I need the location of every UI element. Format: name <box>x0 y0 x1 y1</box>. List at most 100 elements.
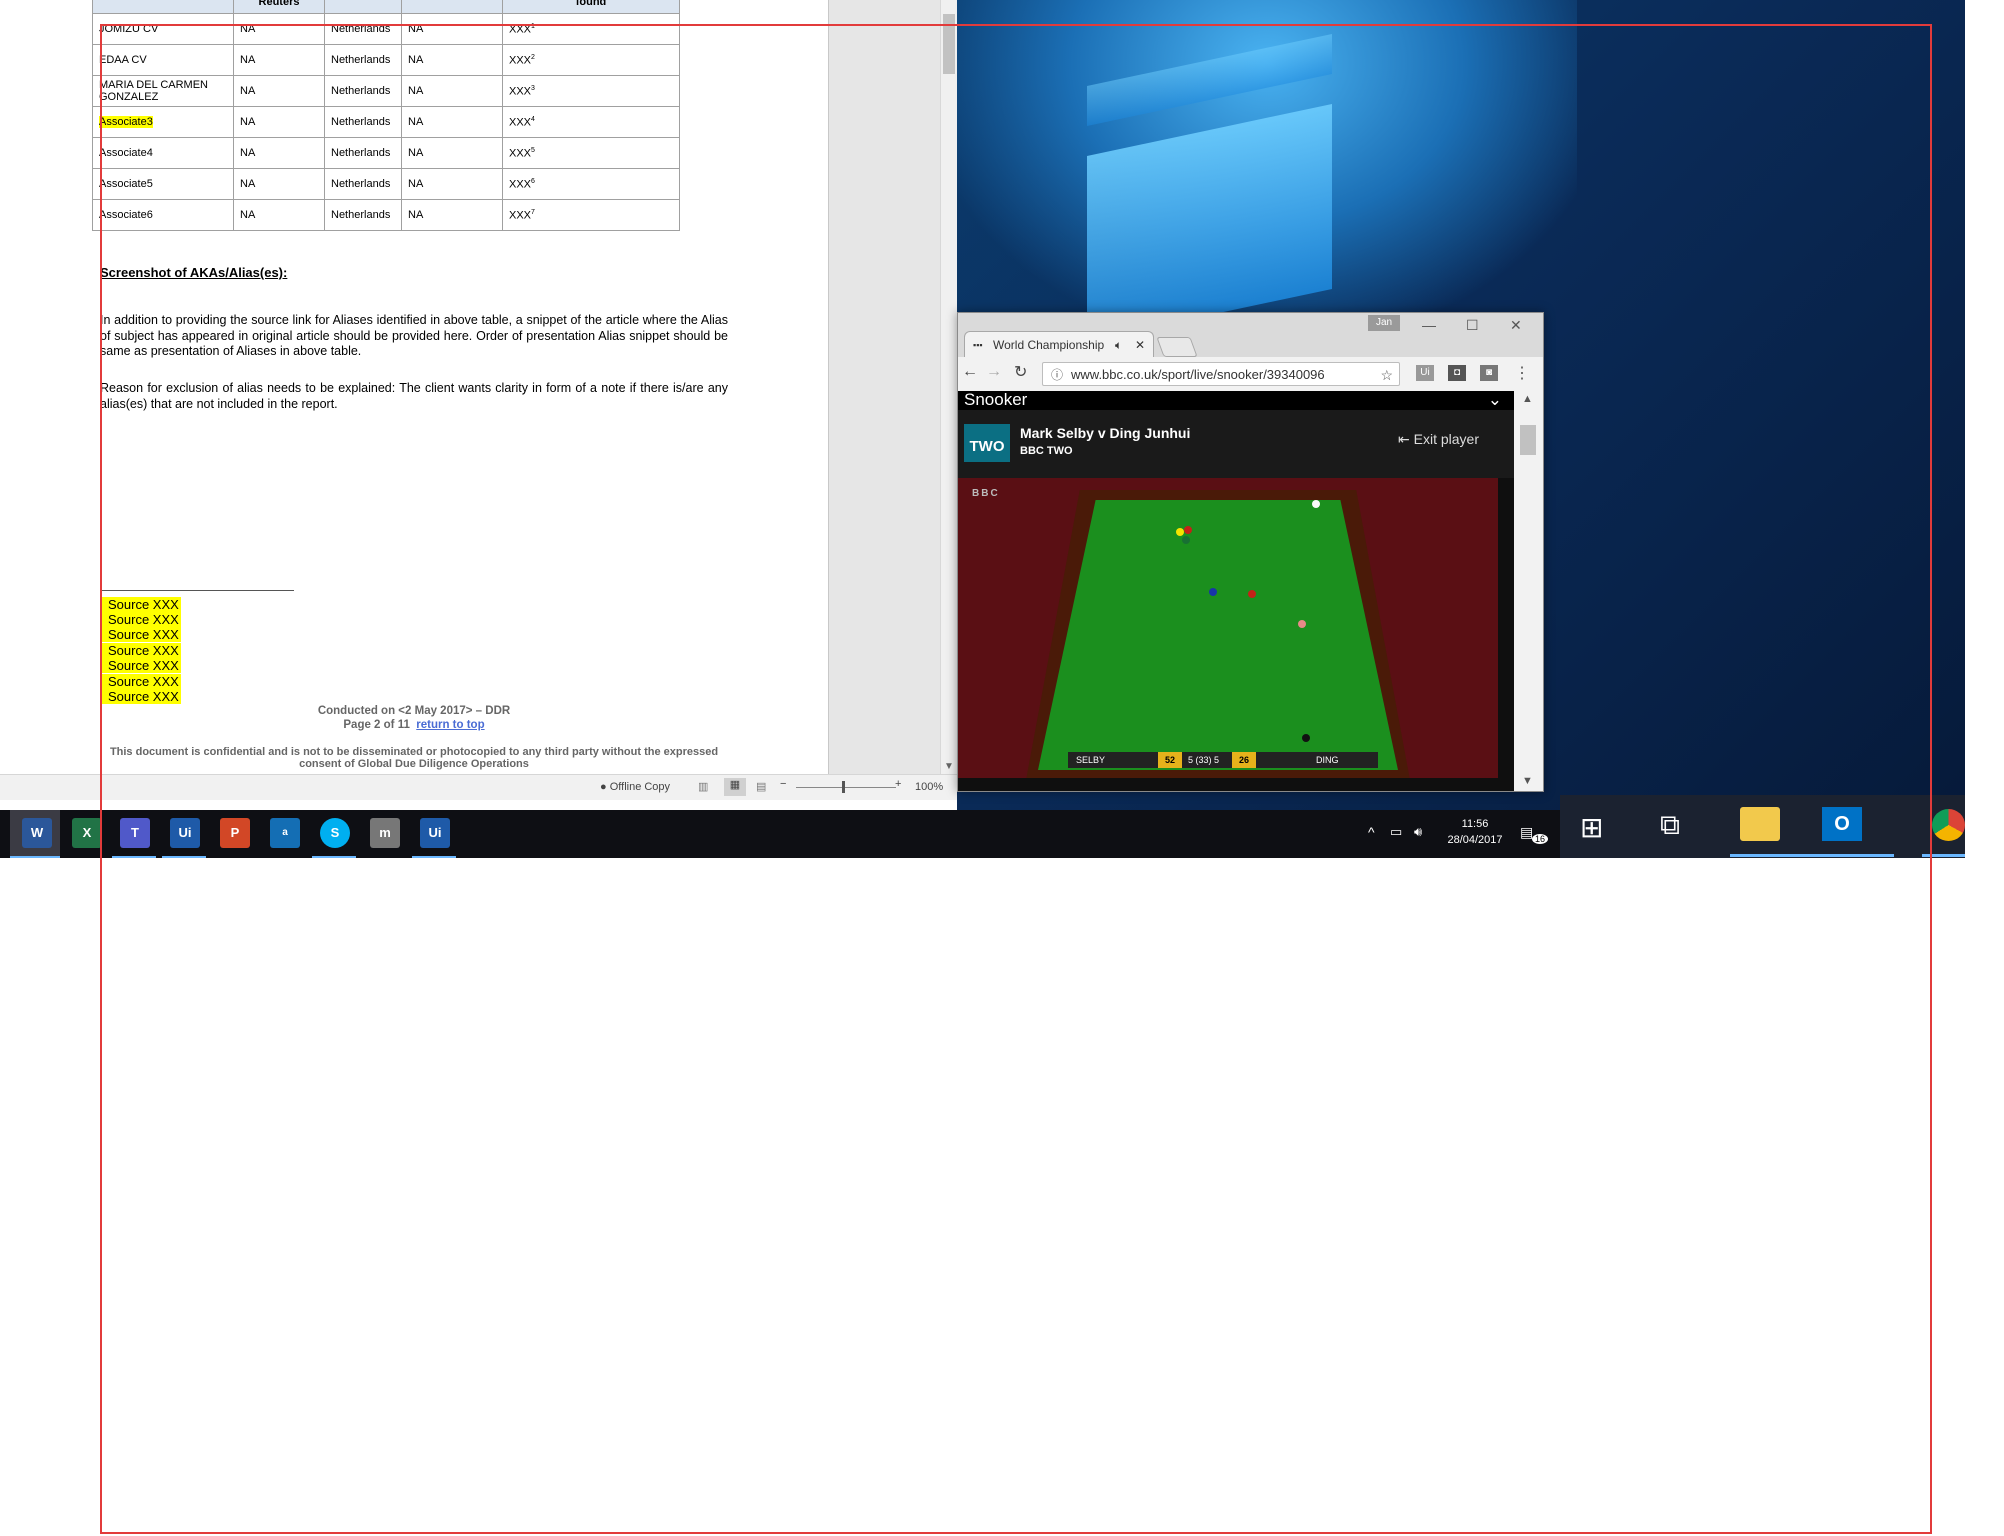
zoom-slider-handle[interactable] <box>842 781 845 793</box>
address-bar[interactable]: ⓘ www.bbc.co.uk/sport/live/snooker/39340… <box>1042 362 1400 386</box>
minimize-button[interactable]: — <box>1422 317 1436 333</box>
teams-app-icon[interactable]: T <box>120 818 150 848</box>
table-cell: NA <box>233 106 325 138</box>
footnote-ref[interactable]: 4 <box>531 116 535 123</box>
audio-playing-icon[interactable]: 🔈︎ <box>1115 332 1122 358</box>
remote-app-icon[interactable]: m <box>370 818 400 848</box>
table-cell: NA <box>233 137 325 169</box>
skype-app-icon[interactable]: S <box>320 818 350 848</box>
exit-icon: ⇤ <box>1398 431 1410 447</box>
table-cell: NA <box>401 75 503 107</box>
footnote-ref[interactable]: 7 <box>531 209 535 216</box>
footnote-6: Source XXX <box>100 674 181 689</box>
zoom-out-button[interactable]: − <box>780 778 786 790</box>
info-icon[interactable]: ⓘ <box>1051 363 1063 387</box>
zoom-level[interactable]: 100% <box>915 781 943 793</box>
section-title: Snooker <box>964 390 1028 409</box>
battery-icon[interactable]: ▭ <box>1390 824 1402 840</box>
reload-button[interactable]: ↻ <box>1014 362 1027 382</box>
table-cell-ref: XXX2 <box>502 44 680 76</box>
outlook-icon[interactable]: O <box>1822 807 1862 841</box>
forward-button[interactable]: → <box>986 363 1002 381</box>
table-cell: NA <box>233 199 325 231</box>
snooker-table-felt <box>1038 500 1398 770</box>
table-row: JOMIZU CV NA Netherlands NA XXX1 <box>92 13 680 45</box>
powerpoint-app-icon[interactable]: P <box>220 818 250 848</box>
read-mode-icon[interactable]: ▥ <box>698 780 708 793</box>
zoom-slider[interactable] <box>796 787 896 788</box>
print-layout-icon[interactable]: ▦ <box>724 778 746 796</box>
document-scrollbar[interactable]: ▼ <box>940 0 957 774</box>
task-view-icon[interactable]: ⧉ <box>1660 809 1680 842</box>
offline-copy-indicator[interactable]: ● Offline Copy <box>600 781 670 793</box>
scroll-down-icon[interactable]: ▼ <box>944 761 954 772</box>
excel-app-icon[interactable]: X <box>72 818 102 848</box>
footnote-ref[interactable]: 6 <box>531 178 535 185</box>
clock[interactable]: 11:56 28/04/2017 <box>1440 818 1510 846</box>
table-cell: NA <box>401 106 503 138</box>
amazon-app-icon[interactable]: a <box>270 818 300 848</box>
scrollbar-thumb[interactable] <box>943 14 955 74</box>
yellow-ball <box>1176 528 1184 536</box>
table-cell: NA <box>233 44 325 76</box>
word-app-icon[interactable]: W <box>22 818 52 848</box>
confidentiality-notice: This document is confidential and is not… <box>109 746 719 770</box>
video-logo-watermark: BBC <box>972 488 1000 499</box>
footnote-ref[interactable]: 3 <box>531 85 535 92</box>
profile-button[interactable]: Jan <box>1368 315 1400 331</box>
footnote-ref[interactable]: 2 <box>531 54 535 61</box>
red-ball <box>1248 590 1256 598</box>
back-button[interactable]: ← <box>962 363 978 381</box>
footnote-ref[interactable]: 1 <box>531 23 535 30</box>
skype-running-indicator <box>312 856 356 858</box>
video-player[interactable]: BBC SELBY 52 5 (33) 5 26 DING <box>958 478 1498 778</box>
scroll-down-icon[interactable]: ▼ <box>1522 775 1533 787</box>
section-heading: Screenshot of AKAs/Alias(es): <box>100 265 288 280</box>
highlighted-name: Associate3 <box>99 116 153 128</box>
red-ball <box>1184 526 1192 534</box>
tab-close-icon[interactable]: ✕ <box>1135 332 1145 358</box>
volume-icon[interactable]: 🔊︎ <box>1414 824 1422 840</box>
footnote-ref[interactable]: 5 <box>531 147 535 154</box>
start-windows-icon[interactable]: ⊞ <box>1580 811 1603 844</box>
table-cell: NA <box>401 44 503 76</box>
uipath-app-icon[interactable]: Ui <box>170 818 200 848</box>
ref-text: XXX <box>509 23 532 36</box>
zoom-in-button[interactable]: + <box>895 778 901 790</box>
exit-player-button[interactable]: ⇤ Exit player <box>1398 431 1479 448</box>
browser-tab[interactable]: ▪▪▪ World Championship 🔈︎ ✕ <box>964 331 1154 357</box>
pocket-extension-icon[interactable]: ◘ <box>1448 365 1466 381</box>
page-scrollbar-thumb[interactable] <box>1520 425 1536 455</box>
footnote-2: Source XXX <box>100 612 181 627</box>
return-to-top-link[interactable]: return to top <box>416 719 484 731</box>
page-scrollbar[interactable]: ▲ ▼ <box>1514 391 1543 791</box>
table-cell-ref: XXX5 <box>502 137 680 169</box>
document-page[interactable]: Reuters found JOMIZU CV NA Netherlands N… <box>0 0 829 774</box>
extension-icon[interactable]: ◙ <box>1480 365 1498 381</box>
table-cell-ref: XXX3 <box>502 75 680 107</box>
chrome-titlebar[interactable]: Jan — ☐ ✕ ▪▪▪ World Championship 🔈︎ ✕ <box>958 313 1543 357</box>
table-cell: NA <box>233 75 325 107</box>
table-cell: Netherlands <box>324 44 402 76</box>
table-cell-name: Associate4 <box>92 137 234 169</box>
cue-ball <box>1312 500 1320 508</box>
close-window-button[interactable]: ✕ <box>1510 317 1522 334</box>
scroll-up-icon[interactable]: ▲ <box>1522 393 1533 405</box>
section-chevron-icon[interactable]: ⌄ <box>1488 391 1502 409</box>
outlook-running-indicator <box>1812 854 1894 857</box>
table-cell: Netherlands <box>324 199 402 231</box>
chrome-menu-icon[interactable]: ⋮ <box>1514 363 1530 383</box>
match-title: Mark Selby v Ding Junhui <box>1020 425 1191 441</box>
player1-score: 52 <box>1158 752 1182 768</box>
file-explorer-icon[interactable] <box>1740 807 1780 841</box>
maximize-button[interactable]: ☐ <box>1466 317 1479 334</box>
uipath-studio-app-icon[interactable]: Ui <box>420 818 450 848</box>
offline-icon: ● <box>600 781 607 793</box>
web-layout-icon[interactable]: ▤ <box>756 780 766 793</box>
bookmark-star-icon[interactable]: ☆ <box>1380 363 1393 387</box>
uipath-extension-icon[interactable]: Ui <box>1416 365 1434 381</box>
new-tab-button[interactable] <box>1156 337 1198 357</box>
chrome-icon[interactable] <box>1932 809 1965 841</box>
chrome-running-indicator <box>1922 854 1965 857</box>
show-hidden-icons-icon[interactable]: ^ <box>1368 824 1375 840</box>
